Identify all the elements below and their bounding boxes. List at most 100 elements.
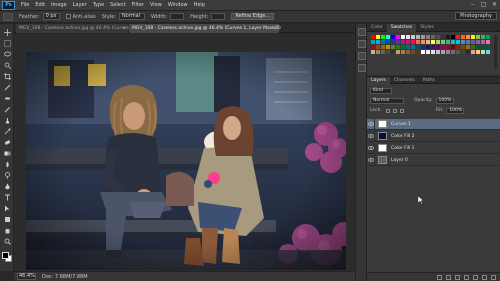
document-tab-active[interactable]: MGV_108 - Careless.achive.jpg @ 46.4% (C… [129,24,281,33]
color-swatch[interactable] [371,45,375,49]
blend-mode-select[interactable]: Normal [370,97,404,104]
color-swatch[interactable] [451,35,455,39]
crop-icon[interactable] [3,72,11,80]
color-swatch[interactable] [466,45,470,49]
fill-input[interactable]: 100% [446,107,465,114]
link-layers-icon[interactable] [437,274,442,280]
color-swatch[interactable] [431,45,435,49]
color-swatch[interactable] [456,45,460,49]
color-swatch[interactable] [391,35,395,39]
style-select[interactable]: Normal [119,13,146,20]
eraser-icon[interactable] [3,138,11,146]
color-swatch[interactable] [401,35,405,39]
lock-all-icon[interactable] [399,108,404,113]
delete-layer-icon[interactable] [491,274,496,280]
color-swatch[interactable] [421,35,425,39]
color-swatch[interactable] [446,45,450,49]
visibility-eye-icon[interactable] [367,130,375,142]
color-swatch[interactable] [416,45,420,49]
color-swatch[interactable] [386,35,390,39]
visibility-eye-icon[interactable] [367,118,375,130]
adjustments-panel-icon[interactable] [358,52,366,60]
tab-styles[interactable]: Styles [416,24,438,32]
swatches-scrollbar[interactable] [494,35,497,69]
hand-icon[interactable] [3,226,11,234]
tab-swatches[interactable]: Swatches [386,24,417,32]
color-swatch[interactable] [396,50,400,54]
width-input[interactable] [170,13,185,20]
foreground-color-swatch[interactable] [2,252,9,259]
color-swatch[interactable] [381,40,385,44]
color-swatch[interactable] [451,45,455,49]
tab-color[interactable]: Color [367,24,387,32]
color-swatch[interactable] [381,35,385,39]
color-swatch[interactable] [401,50,405,54]
color-swatch[interactable] [476,45,480,49]
add-mask-icon[interactable] [455,274,460,280]
color-swatch[interactable] [401,45,405,49]
color-swatch[interactable] [466,50,470,54]
visibility-eye-icon[interactable] [367,154,375,166]
color-swatch[interactable] [461,45,465,49]
color-swatch[interactable] [411,50,415,54]
menu-file[interactable]: File [18,2,32,8]
path-select-icon[interactable] [3,204,11,212]
color-swatch[interactable] [401,40,405,44]
menu-image[interactable]: Image [48,2,70,8]
color-swatch[interactable] [411,45,415,49]
color-swatch[interactable] [481,40,485,44]
marquee-icon[interactable] [3,39,11,47]
color-swatch[interactable] [406,35,410,39]
color-swatch[interactable] [371,40,375,44]
lock-position-icon[interactable] [392,108,397,113]
tool-preset-picker[interactable] [3,12,13,21]
menu-view[interactable]: View [147,2,165,8]
color-swatch[interactable] [396,40,400,44]
layer-style-icon[interactable] [446,274,451,280]
color-swatch[interactable] [446,35,450,39]
tab-channels[interactable]: Channels [390,77,419,85]
color-swatch[interactable] [456,40,460,44]
dodge-icon[interactable] [3,171,11,179]
color-swatch[interactable] [396,35,400,39]
eyedropper-icon[interactable] [3,83,11,91]
menu-layer[interactable]: Layer [70,2,90,8]
gradient-icon[interactable] [3,149,11,157]
menu-filter[interactable]: Filter [129,2,147,8]
layer-row-layer-0[interactable]: Layer 0 [367,154,500,166]
color-swatch[interactable] [376,35,380,39]
refine-edge-button[interactable]: Refine Edge... [231,13,275,20]
layer-name[interactable]: Color Fill 2 [391,134,414,139]
color-swatch[interactable] [446,50,450,54]
color-swatch[interactable] [471,40,475,44]
color-swatch[interactable] [376,50,380,54]
color-swatch[interactable] [436,50,440,54]
visibility-eye-icon[interactable] [367,142,375,154]
lasso-icon[interactable] [3,50,11,58]
color-swatch[interactable] [476,35,480,39]
workspace-select[interactable]: Photography [455,12,497,20]
color-swatch[interactable] [471,35,475,39]
quick-select-icon[interactable] [3,61,11,69]
opacity-input[interactable]: 100% [435,97,454,104]
color-swatch[interactable] [476,40,480,44]
color-swatch[interactable] [391,45,395,49]
close-tab-icon[interactable]: × [122,24,126,33]
color-swatch[interactable] [406,45,410,49]
shape-icon[interactable] [3,215,11,223]
color-swatch[interactable] [426,35,430,39]
new-layer-icon[interactable] [482,274,487,280]
menu-select[interactable]: Select [107,2,128,8]
color-swatch[interactable] [436,40,440,44]
color-swatch[interactable] [441,45,445,49]
color-swatch[interactable] [411,35,415,39]
color-swatch[interactable] [381,45,385,49]
tab-layers[interactable]: Layers [367,77,390,85]
color-swatch[interactable] [396,45,400,49]
color-swatch[interactable] [391,40,395,44]
document-photo[interactable] [26,52,346,270]
color-swatch[interactable] [411,40,415,44]
color-swatch[interactable] [461,50,465,54]
color-swatch[interactable] [486,45,490,49]
color-swatch[interactable] [466,40,470,44]
